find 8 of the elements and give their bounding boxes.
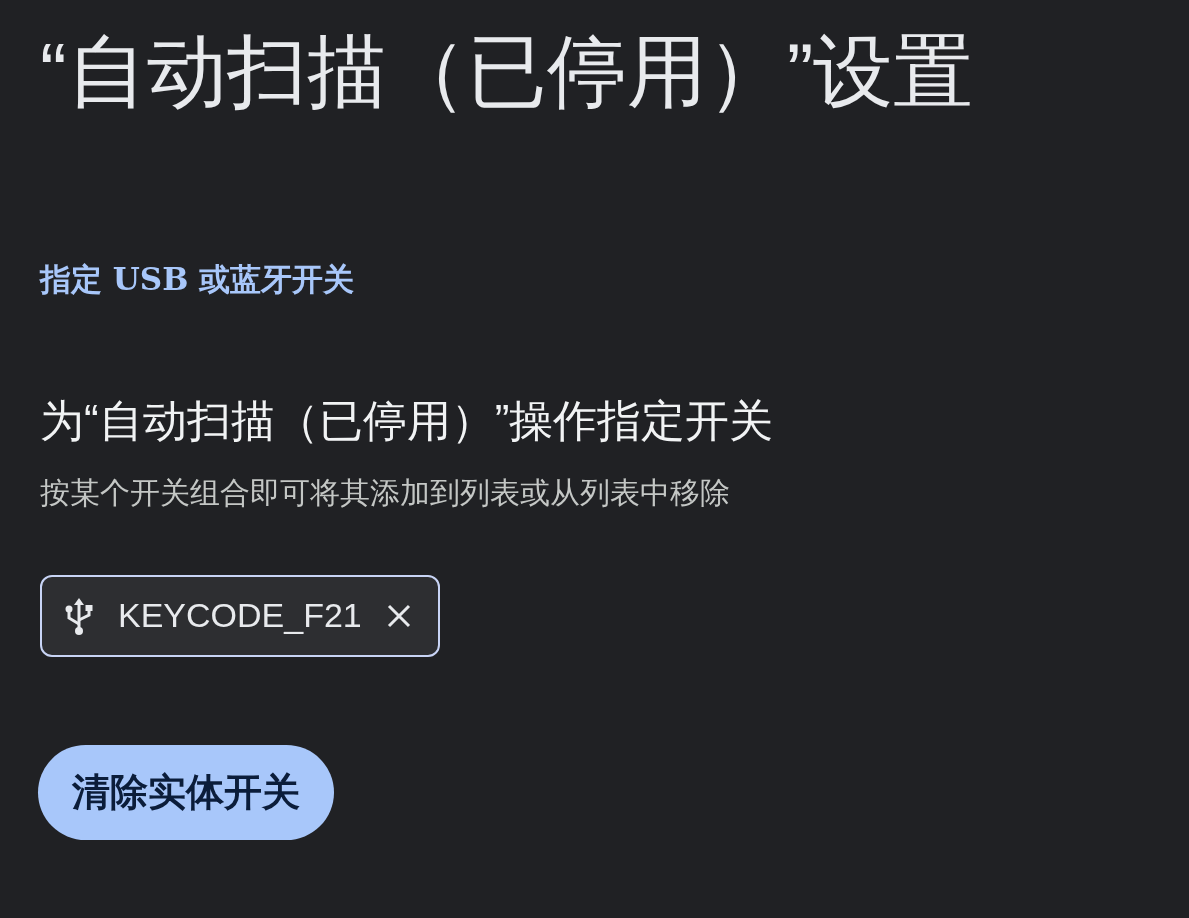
close-icon[interactable] xyxy=(385,602,412,629)
assign-description: 按某个开关组合即可将其添加到列表或从列表中移除 xyxy=(40,474,731,511)
section-label: 指定 USB 或蓝牙开关 xyxy=(40,260,356,299)
assign-heading: 为“自动扫描（已停用）”操作指定开关 xyxy=(40,394,775,447)
chip-label: KEYCODE_F21 xyxy=(118,595,362,636)
page-title: “自动扫描（已停用）”设置 xyxy=(40,28,975,116)
clear-switches-button[interactable]: 清除实体开关 xyxy=(38,744,334,840)
switch-chip[interactable]: KEYCODE_F21 xyxy=(40,574,440,657)
